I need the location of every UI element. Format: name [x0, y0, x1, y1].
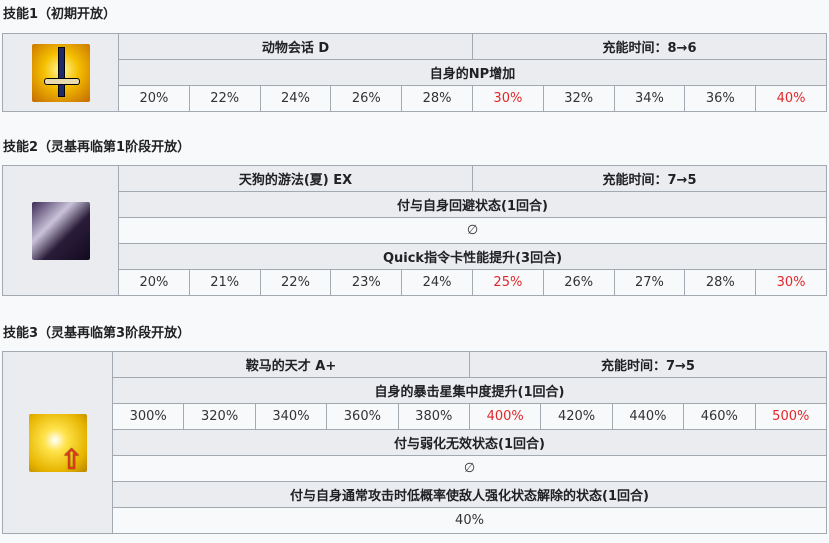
- effect-value-level-5: 24%: [401, 269, 473, 296]
- effect-value-level-2: 21%: [188, 269, 261, 296]
- skill-cooldown: 充能时间：8→6: [471, 33, 828, 60]
- effect-label: 付与自身回避状态(1回合): [118, 191, 827, 218]
- skill-icon-cell: [2, 33, 119, 112]
- effect-value-level-10: 30%: [755, 269, 827, 296]
- effect-value-level-9: 460%: [683, 403, 756, 430]
- effect-value-level-2: 22%: [188, 85, 261, 112]
- effect-value-level-4: 23%: [330, 269, 403, 296]
- effect-value-level-5: 28%: [401, 85, 473, 112]
- effect-value-level-3: 22%: [259, 269, 332, 296]
- skill-name: 鞍马的天才 A+: [112, 351, 470, 378]
- effect-value-level-3: 340%: [254, 403, 328, 430]
- effect-value: ∅: [118, 217, 827, 244]
- effect-value-level-4: 26%: [330, 85, 403, 112]
- effect-label: Quick指令卡性能提升(3回合): [118, 243, 827, 270]
- effect-value-level-1: 300%: [111, 403, 185, 430]
- sword-icon: [31, 43, 90, 102]
- effect-value-level-3: 24%: [259, 85, 332, 112]
- skill-heading: 技能1（初期开放）: [3, 7, 117, 22]
- effect-value-level-7: 420%: [540, 403, 613, 430]
- effect-label: 自身的暴击星集中度提升(1回合): [112, 377, 827, 404]
- effect-label: 自身的NP增加: [118, 59, 827, 86]
- effect-value-level-6: 30%: [471, 85, 544, 112]
- effect-value-level-10: 500%: [754, 403, 828, 430]
- effect-value: 40%: [112, 507, 827, 534]
- skill-heading: 技能3（灵基再临第3阶段开放）: [3, 326, 191, 341]
- effect-value-level-7: 32%: [542, 85, 615, 112]
- skill-cooldown: 充能时间：7→5: [468, 351, 828, 378]
- effect-value-level-5: 380%: [397, 403, 470, 430]
- effect-label: 付与自身通常攻击时低概率使敌人强化状态解除的状态(1回合): [112, 481, 827, 508]
- effect-value-level-6: 400%: [468, 403, 542, 430]
- effect-value-level-8: 440%: [611, 403, 685, 430]
- effect-value-level-9: 28%: [684, 269, 757, 296]
- star-up-icon: [28, 413, 87, 476]
- skill-name: 天狗的游法(夏) EX: [118, 165, 473, 192]
- skill-table: 动物会话 D 充能时间：8→6 自身的NP增加 20% 22% 24% 26% 28% 30%…: [2, 33, 828, 112]
- skill-icon-cell: [2, 351, 113, 534]
- effect-value-level-8: 27%: [613, 269, 686, 296]
- effect-value-level-1: 20%: [118, 269, 190, 296]
- effect-value-level-1: 20%: [118, 85, 190, 112]
- effect-value-level-2: 320%: [183, 403, 256, 430]
- skill-icon-cell: [2, 165, 119, 296]
- evasion-icon: [31, 201, 90, 260]
- effect-value-level-6: 25%: [471, 269, 544, 296]
- effect-value-level-4: 360%: [326, 403, 399, 430]
- skill-table: 天狗的游法(夏) EX 充能时间：7→5 付与自身回避状态(1回合) ∅ Quick指…: [2, 165, 828, 296]
- skill-heading: 技能2（灵基再临第1阶段开放）: [3, 140, 191, 155]
- effect-value-level-10: 40%: [755, 85, 827, 112]
- skill-cooldown: 充能时间：7→5: [471, 165, 828, 192]
- effect-value-level-9: 36%: [684, 85, 757, 112]
- skill-table: 鞍马的天才 A+ 充能时间：7→5自身的暴击星集中度提升(1回合)300%320…: [2, 351, 828, 534]
- effect-label: 付与弱化无效状态(1回合): [112, 429, 827, 456]
- effect-value: ∅: [112, 455, 827, 482]
- effect-value-level-7: 26%: [542, 269, 615, 296]
- skill-name: 动物会话 D: [118, 33, 473, 60]
- effect-value-level-8: 34%: [613, 85, 686, 112]
